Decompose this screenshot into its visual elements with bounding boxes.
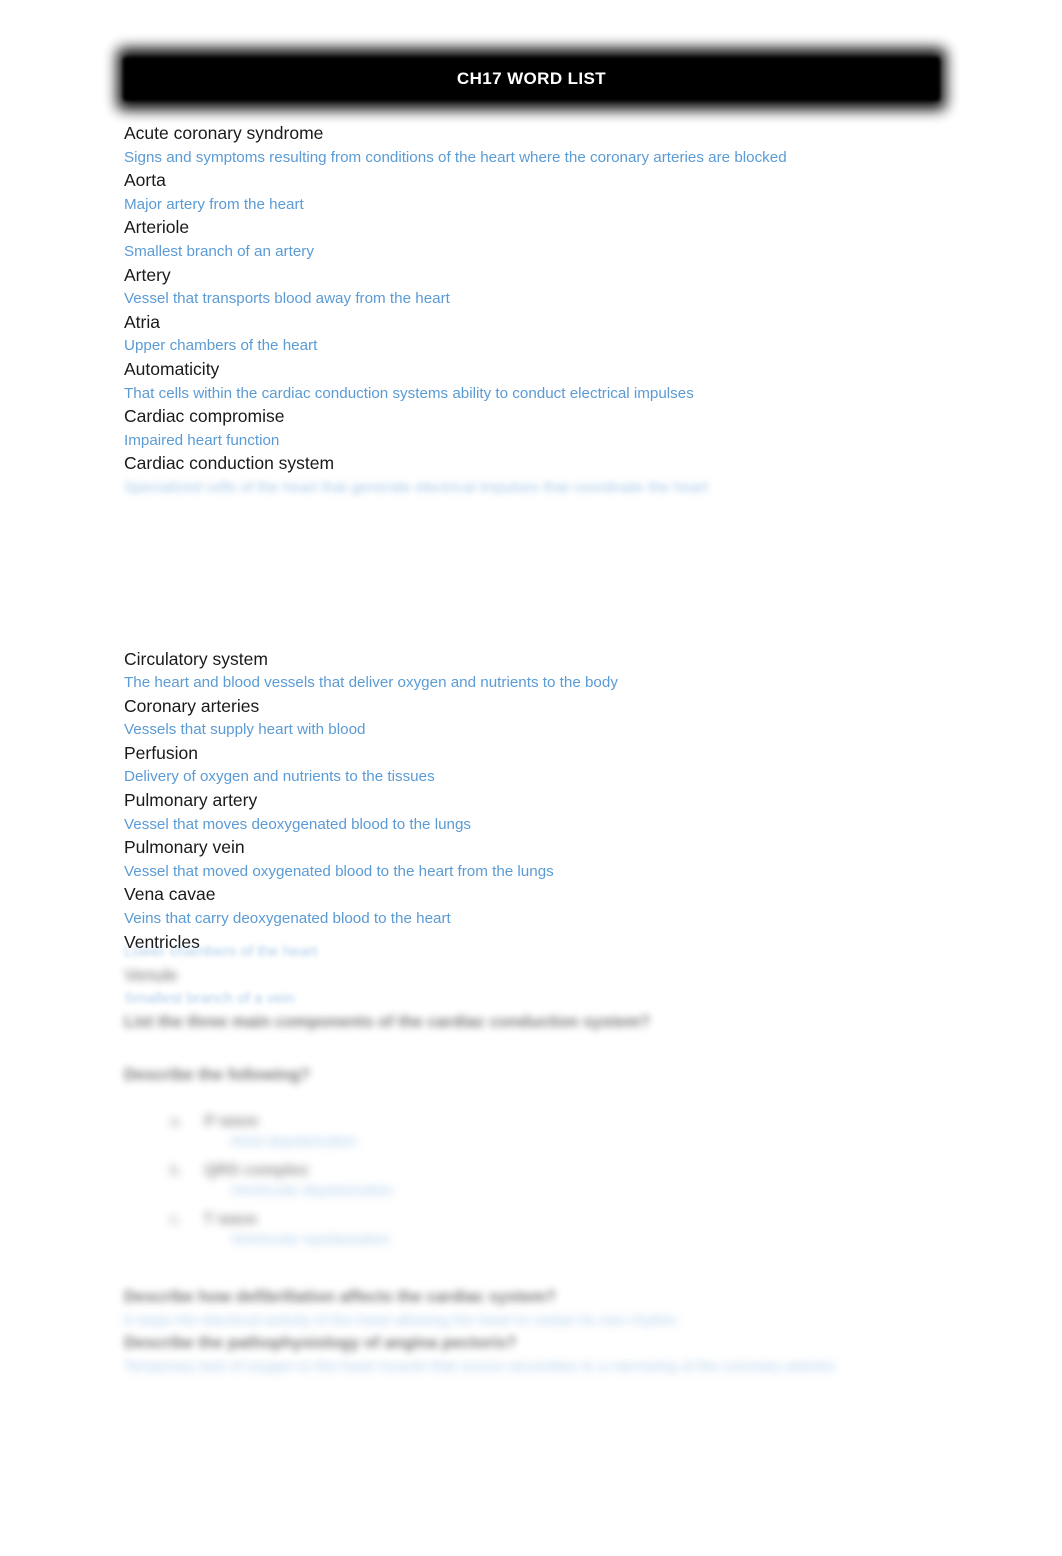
list-item-term: T wave bbox=[203, 1210, 258, 1228]
glossary-entry: Atria Upper chambers of the heart bbox=[124, 311, 954, 358]
list-item: c. T wave Ventricular repolarization bbox=[170, 1211, 954, 1251]
glossary-entry: Artery Vessel that transports blood away… bbox=[124, 264, 954, 311]
glossary-entry: Acute coronary syndrome Signs and sympto… bbox=[124, 122, 954, 169]
question-prompt: List the three main components of the ca… bbox=[124, 1012, 651, 1031]
glossary-term: Circulatory system bbox=[124, 648, 268, 669]
glossary-definition: Vessel that moved oxygenated blood to th… bbox=[124, 862, 554, 880]
glossary-entry: Cardiac compromise Impaired heart functi… bbox=[124, 405, 954, 452]
glossary-term: Acute coronary syndrome bbox=[124, 123, 324, 143]
glossary-entry: Perfusion Delivery of oxygen and nutrien… bbox=[124, 742, 954, 789]
glossary-definition: Vessels that supply heart with blood bbox=[124, 721, 366, 739]
glossary-list: Acute coronary syndrome Signs and sympto… bbox=[124, 122, 954, 954]
question-prompt: Describe the following? bbox=[124, 1065, 311, 1084]
glossary-definition: Major artery from the heart bbox=[124, 195, 304, 213]
glossary-definition: Smallest branch of a vein bbox=[124, 990, 295, 1008]
list-item: b. QRS complex Ventricular depolarizatio… bbox=[170, 1162, 954, 1202]
glossary-definition: Vessel that moves deoxygenated blood to … bbox=[124, 815, 472, 833]
glossary-term: Artery bbox=[124, 264, 171, 285]
list-item-header: a. P wave bbox=[170, 1113, 954, 1131]
glossary-term: Venule bbox=[124, 964, 178, 985]
glossary-definition: Specialized cells of the heart that gene… bbox=[124, 478, 709, 496]
list-item-answer: Ventricular depolarization bbox=[230, 1182, 393, 1199]
glossary-term: Pulmonary vein bbox=[124, 837, 245, 858]
question-sub-items: a. P wave Atrial depolarization b. QRS c… bbox=[124, 1113, 954, 1251]
list-item-header: c. T wave bbox=[170, 1211, 954, 1229]
glossary-term: Cardiac conduction system bbox=[124, 453, 335, 474]
question-answer: It stops the electrical activity of the … bbox=[124, 1311, 677, 1329]
glossary-term: Coronary arteries bbox=[124, 695, 260, 716]
glossary-entry: Venule Smallest branch of a vein bbox=[124, 964, 954, 1011]
list-item-marker: a. bbox=[170, 1112, 183, 1130]
glossary-definition: Delivery of oxygen and nutrients to the … bbox=[124, 768, 435, 786]
glossary-term: Cardiac compromise bbox=[124, 406, 285, 427]
glossary-term: Atria bbox=[124, 311, 160, 332]
list-item: a. P wave Atrial depolarization bbox=[170, 1113, 954, 1153]
question-prompt: Describe the pathophysiology of angina p… bbox=[124, 1333, 517, 1352]
question-answer: Temporary lack of oxygen to the heart mu… bbox=[124, 1357, 836, 1375]
question-prompt: Describe how defibrillation affects the … bbox=[124, 1287, 556, 1306]
list-item-term: P wave bbox=[204, 1112, 259, 1130]
glossary-entry: Arteriole Smallest branch of an artery bbox=[124, 216, 954, 263]
list-item-marker: b. bbox=[170, 1161, 183, 1179]
glossary-term: Automaticity bbox=[124, 358, 220, 379]
list-item-header: b. QRS complex bbox=[170, 1162, 954, 1180]
glossary-term: Perfusion bbox=[124, 742, 198, 763]
list-item-answer: Atrial depolarization bbox=[230, 1133, 358, 1150]
list-item-term: QRS complex bbox=[204, 1161, 309, 1179]
glossary-term: Vena cavae bbox=[124, 884, 216, 905]
glossary-entry: Coronary arteries Vessels that supply he… bbox=[124, 695, 954, 742]
glossary-definition: Smallest branch of an artery bbox=[124, 242, 314, 260]
glossary-definition: Impaired heart function bbox=[124, 431, 280, 449]
glossary-definition: Upper chambers of the heart bbox=[124, 337, 318, 355]
glossary-term: Arteriole bbox=[124, 217, 190, 238]
document-title-banner: CH17 WORD LIST bbox=[117, 48, 946, 110]
glossary-definition: Veins that carry deoxygenated blood to t… bbox=[124, 910, 451, 928]
glossary-definition: The heart and blood vessels that deliver… bbox=[124, 674, 618, 692]
list-item-marker: c. bbox=[170, 1210, 182, 1228]
glossary-entry: Pulmonary artery Vessel that moves deoxy… bbox=[124, 789, 954, 836]
redacted-section: Lower chambers of the heart Venule Small… bbox=[124, 940, 954, 1378]
page-break-gap bbox=[124, 500, 954, 651]
glossary-entry: Pulmonary vein Vessel that moved oxygena… bbox=[124, 836, 954, 883]
list-item-answer: Ventricular repolarization bbox=[230, 1231, 390, 1248]
glossary-entry: Automaticity That cells within the cardi… bbox=[124, 358, 954, 405]
glossary-entry: Vena cavae Veins that carry deoxygenated… bbox=[124, 883, 954, 930]
glossary-entry: Aorta Major artery from the heart bbox=[124, 169, 954, 216]
page-title: CH17 WORD LIST bbox=[456, 69, 607, 88]
glossary-term: Aorta bbox=[124, 170, 166, 191]
glossary-definition: That cells within the cardiac conduction… bbox=[124, 384, 694, 402]
glossary-entry: Cardiac conduction system Specialized ce… bbox=[124, 452, 954, 499]
glossary-definition: Vessel that transports blood away from t… bbox=[124, 290, 450, 308]
glossary-term: Pulmonary artery bbox=[124, 790, 258, 811]
glossary-definition: Signs and symptoms resulting from condit… bbox=[124, 148, 787, 166]
glossary-entry: Circulatory system The heart and blood v… bbox=[124, 648, 954, 695]
glossary-definition: Lower chambers of the heart bbox=[124, 943, 318, 960]
